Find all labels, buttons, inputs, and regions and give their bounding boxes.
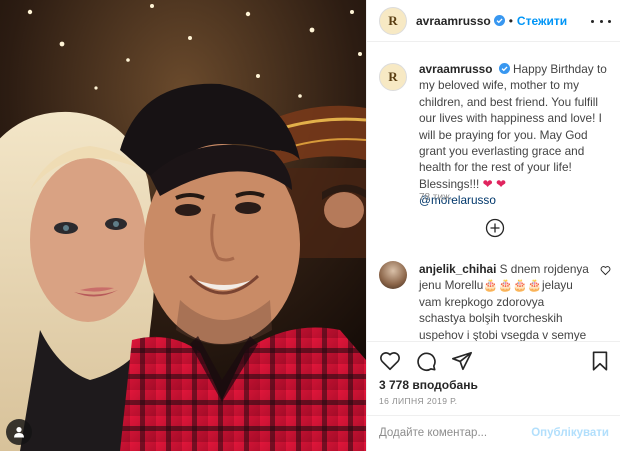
tag-person-icon: [14, 427, 24, 438]
post-header: R avraamrusso • Стежити: [367, 0, 620, 42]
tag-person-button[interactable]: [6, 419, 32, 445]
heart-icon[interactable]: [600, 265, 611, 276]
post-photo[interactable]: [0, 0, 366, 451]
comment-text-block: anjelik_chihai S dnem rojdenya jenu More…: [419, 261, 591, 341]
bookmark-icon[interactable]: [589, 350, 611, 372]
share-icon[interactable]: [451, 350, 473, 372]
more-options-icon[interactable]: [591, 13, 611, 29]
action-icons: [379, 350, 611, 374]
caption-body: Happy Birthday to my beloved wife, mothe…: [419, 62, 607, 191]
verified-badge-icon: [493, 15, 505, 26]
commenter-avatar[interactable]: [379, 261, 407, 289]
comment-icon[interactable]: [415, 350, 437, 372]
post-actions: 3 778 вподобань 16 ЛИПНЯ 2019 Р. Додайте…: [367, 341, 620, 449]
caption-text-block: avraamrusso Happy Birthday to my beloved…: [419, 61, 611, 209]
comment-item: anjelik_chihai S dnem rojdenya jenu More…: [379, 261, 611, 341]
post-details-panel: R avraamrusso • Стежити R avraamrusso Ha…: [366, 0, 620, 451]
heart-emoji-icon: ❤ ❤: [482, 176, 507, 191]
verified-badge-icon: [498, 63, 510, 74]
selfie-image: [0, 0, 366, 451]
author-username[interactable]: avraamrusso: [416, 14, 491, 28]
likes-count[interactable]: 3 778 вподобань: [379, 378, 478, 392]
author-avatar[interactable]: R: [379, 6, 407, 35]
post-age[interactable]: 78 тиж.: [419, 192, 453, 203]
add-comment-bar: Додайте коментар... Опублікувати: [367, 415, 620, 450]
comment-input[interactable]: Додайте коментар...: [379, 427, 531, 439]
add-circle-icon[interactable]: [485, 218, 505, 238]
follow-button[interactable]: Стежити: [517, 14, 567, 28]
publish-button[interactable]: Опублікувати: [531, 427, 609, 439]
caption-username[interactable]: avraamrusso: [419, 62, 492, 76]
caption-author-avatar[interactable]: R: [379, 63, 407, 91]
avatar-monogram: R: [388, 69, 398, 84]
commenter-username[interactable]: anjelik_chihai: [419, 262, 496, 276]
heart-icon[interactable]: [379, 350, 401, 372]
caption: R avraamrusso Happy Birthday to my belov…: [379, 61, 611, 209]
post-date: 16 ЛИПНЯ 2019 Р.: [379, 396, 458, 406]
comments-section: R avraamrusso Happy Birthday to my belov…: [367, 43, 620, 341]
separator-dot: •: [508, 13, 513, 28]
avatar-monogram: R: [388, 12, 398, 28]
